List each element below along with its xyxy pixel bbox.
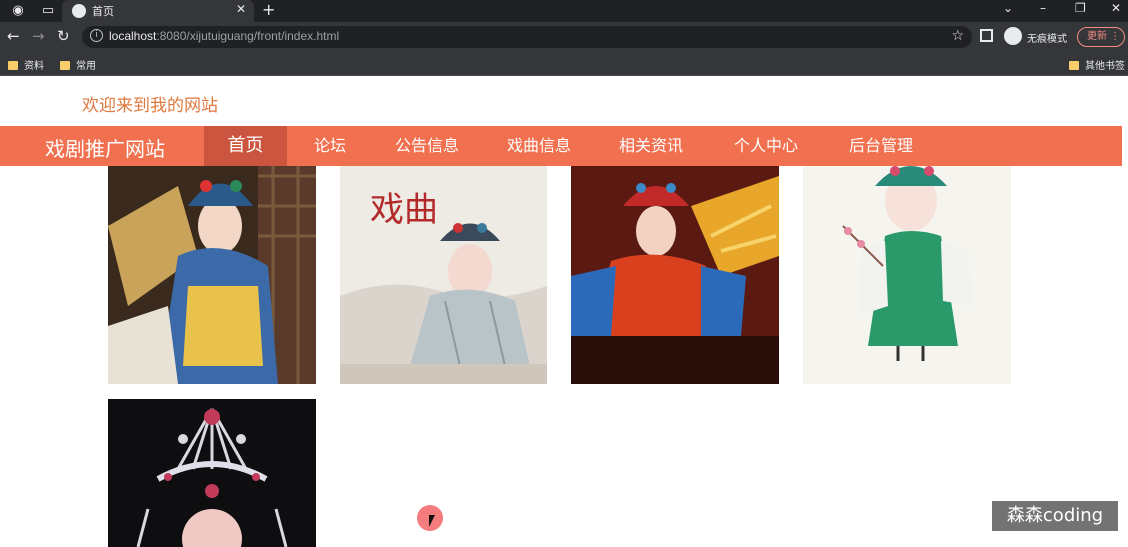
bookmark-star-icon[interactable]: ☆ [951, 28, 964, 44]
mouse-pointer-icon [429, 515, 435, 527]
close-window-button[interactable]: ✕ [1111, 1, 1121, 15]
folder-icon [1069, 61, 1079, 70]
reload-icon[interactable]: ↻ [57, 27, 70, 45]
bookmark-folder-other[interactable]: 其他书签 [1069, 57, 1125, 72]
opera-image-4[interactable] [803, 166, 1011, 384]
incognito-label: 无痕模式 [1027, 34, 1067, 45]
folder-icon [60, 61, 70, 70]
opera-image-1[interactable] [108, 166, 316, 384]
poster-title: 戏曲 [370, 190, 438, 230]
forward-icon[interactable]: → [32, 27, 45, 45]
address-bar[interactable]: i localhost:8080/xijutuiguang/front/inde… [82, 26, 972, 48]
minimize-button[interactable]: – [1040, 1, 1046, 15]
nav-opera-info[interactable]: 戏曲信息 [497, 126, 581, 166]
info-icon[interactable]: i [90, 29, 103, 42]
nav-home[interactable]: 首页 [204, 126, 287, 166]
window-icon[interactable]: ▭ [40, 3, 56, 19]
video-watermark: 森森coding [992, 501, 1118, 531]
opera-image-5[interactable] [108, 399, 316, 547]
nav-admin[interactable]: 后台管理 [839, 126, 923, 166]
new-tab-button[interactable]: + [262, 0, 275, 19]
nav-forum[interactable]: 论坛 [300, 126, 360, 166]
opera-image-3[interactable] [571, 166, 779, 384]
nav-news[interactable]: 相关资讯 [609, 126, 693, 166]
side-panel-icon[interactable] [980, 29, 993, 42]
nav-profile[interactable]: 个人中心 [724, 126, 808, 166]
welcome-text: 欢迎来到我的网站 [82, 96, 218, 116]
chevron-down-icon[interactable]: ⌄ [1003, 1, 1013, 15]
nav-announcements[interactable]: 公告信息 [385, 126, 469, 166]
browser-tab-strip: ◉ ▭ 首页 ✕ + ⌄ – ❐ ✕ [0, 0, 1128, 22]
bookmark-folder-changyong[interactable]: 常用 [60, 57, 96, 72]
folder-icon [8, 61, 18, 70]
bookmarks-bar: 资料 常用 其他书签 [0, 52, 1128, 76]
url-text[interactable]: localhost:8080/xijutuiguang/front/index.… [109, 29, 339, 43]
incognito-icon[interactable] [1004, 27, 1022, 45]
site-navbar: 戏剧推广网站 首页 论坛 公告信息 戏曲信息 相关资讯 个人中心 后台管理 [0, 126, 1122, 166]
browser-toolbar: ← → ↻ i localhost:8080/xijutuiguang/fron… [0, 22, 1128, 52]
close-icon[interactable]: ✕ [236, 2, 246, 16]
opera-image-2[interactable]: 戏曲 [340, 166, 547, 384]
back-icon[interactable]: ← [7, 27, 20, 45]
globe-icon[interactable]: ◉ [10, 3, 26, 19]
site-brand[interactable]: 戏剧推广网站 [45, 133, 165, 162]
restore-button[interactable]: ❐ [1075, 1, 1086, 15]
update-button[interactable]: 更新 ⋮ [1077, 27, 1125, 47]
tab-title: 首页 [92, 5, 114, 18]
bookmark-folder-ziliao[interactable]: 资料 [8, 57, 44, 72]
browser-tab-active[interactable]: 首页 ✕ [62, 0, 254, 22]
web-page: 欢迎来到我的网站 戏剧推广网站 首页 论坛 公告信息 戏曲信息 相关资讯 个人中… [0, 77, 1128, 547]
globe-icon [72, 4, 86, 18]
